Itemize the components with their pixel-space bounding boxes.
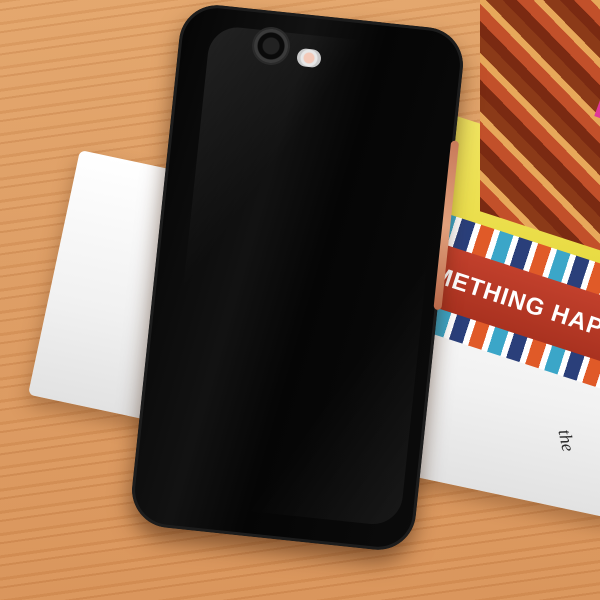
phone-case — [128, 1, 467, 554]
phone-reflection — [160, 24, 450, 528]
white-book-text: the — [554, 427, 579, 454]
